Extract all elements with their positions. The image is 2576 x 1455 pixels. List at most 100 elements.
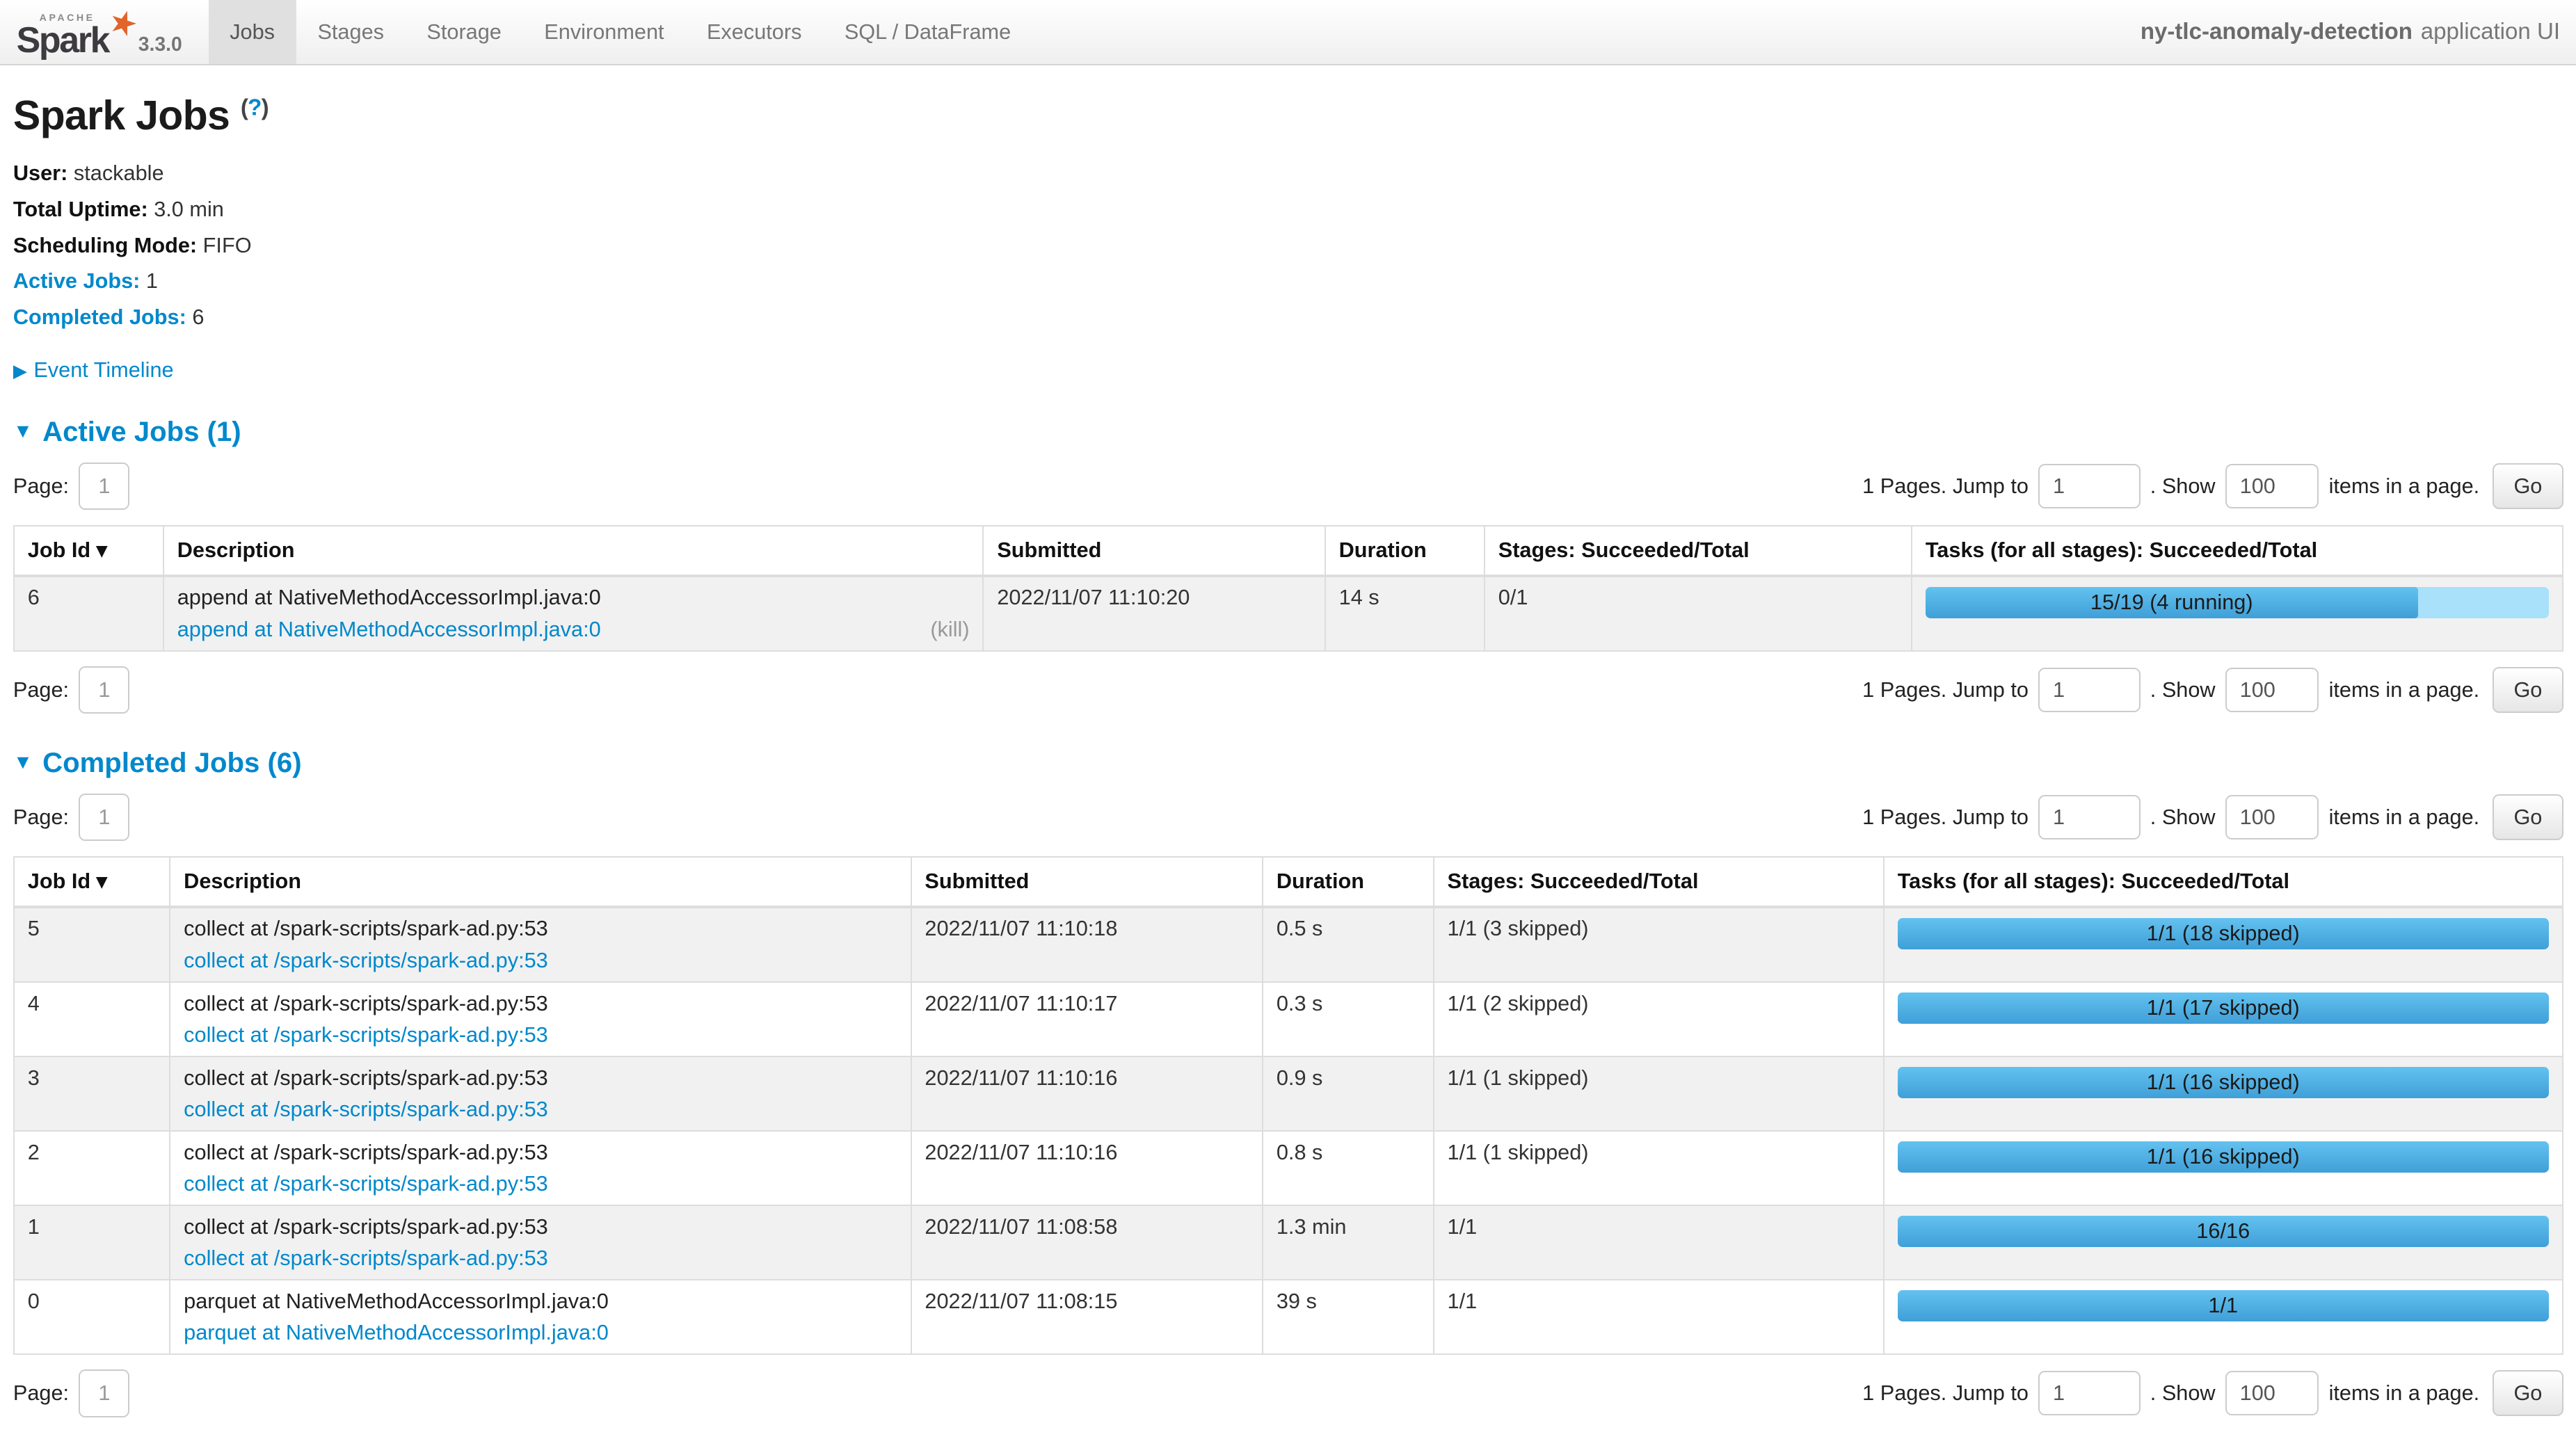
column-header[interactable]: Stages: Succeeded/Total (1434, 857, 1884, 907)
task-progress-bar: 16/16 (1898, 1216, 2549, 1247)
job-description-cell: append at NativeMethodAccessorImpl.java:… (163, 576, 984, 651)
completed-jobs-section-header[interactable]: ▼ Completed Jobs (6) (13, 747, 2563, 779)
jump-to-input[interactable] (2038, 1371, 2140, 1415)
tab-storage[interactable]: Storage (406, 0, 523, 64)
job-description: collect at /spark-scripts/spark-ad.py:53 (184, 1214, 897, 1239)
event-timeline-toggle[interactable]: ▶Event Timeline (13, 357, 2563, 383)
column-header[interactable]: Tasks (for all stages): Succeeded/Total (1912, 526, 2563, 576)
items-text: items in a page. (2329, 474, 2480, 499)
job-tasks-cell: 1/1 (1884, 1280, 2563, 1354)
job-row: 1collect at /spark-scripts/spark-ad.py:5… (14, 1205, 2563, 1280)
job-description: parquet at NativeMethodAccessorImpl.java… (184, 1289, 897, 1314)
task-progress-label: 1/1 (16 skipped) (2147, 1070, 2300, 1095)
uptime-info: Total Uptime: 3.0 min (13, 195, 2563, 223)
column-header[interactable]: Job Id ▾ (14, 857, 170, 907)
job-tasks-cell: 1/1 (17 skipped) (1884, 982, 2563, 1056)
nav-tabs: JobsStagesStorageEnvironmentExecutorsSQL… (209, 0, 1032, 64)
spark-brand: APACHE Spark ★ 3.3.0 (13, 0, 209, 64)
column-header[interactable]: Duration (1263, 857, 1434, 907)
column-header[interactable]: Job Id ▾ (14, 526, 163, 576)
job-id-cell: 3 (14, 1056, 170, 1131)
show-items-input[interactable] (2225, 668, 2319, 712)
spark-logo: APACHE Spark ★ (17, 13, 132, 59)
help-link[interactable]: (?) (241, 95, 269, 121)
column-header[interactable]: Submitted (983, 526, 1325, 576)
pagination-controls: 1 Pages. Jump to . Show items in a page.… (1862, 794, 2563, 840)
completed-jobs-count[interactable]: Completed Jobs: 6 (13, 303, 2563, 331)
column-header[interactable]: Tasks (for all stages): Succeeded/Total (1884, 857, 2563, 907)
tab-executors[interactable]: Executors (685, 0, 823, 64)
job-duration: 39 s (1263, 1280, 1434, 1354)
pages-text: 1 Pages. Jump to (1862, 677, 2029, 702)
task-progress-bar: 1/1 (1898, 1290, 2549, 1321)
show-items-input[interactable] (2225, 795, 2319, 839)
jump-to-input[interactable] (2038, 464, 2140, 508)
active-jobs-section-header[interactable]: ▼ Active Jobs (1) (13, 416, 2563, 448)
page-label: Page: (13, 474, 69, 499)
job-id-cell: 1 (14, 1205, 170, 1280)
job-stages: 1/1 (1434, 1280, 1884, 1354)
job-id-cell: 2 (14, 1131, 170, 1205)
go-button[interactable]: Go (2493, 463, 2563, 509)
job-tasks-cell: 1/1 (18 skipped) (1884, 907, 2563, 982)
job-description-link[interactable]: collect at /spark-scripts/spark-ad.py:53 (184, 1246, 548, 1271)
task-progress-bar: 1/1 (16 skipped) (1898, 1141, 2549, 1173)
job-description-cell: collect at /spark-scripts/spark-ad.py:53… (170, 1205, 911, 1280)
page-number-input[interactable] (79, 1369, 129, 1417)
scheduling-mode-info: Scheduling Mode: FIFO (13, 232, 2563, 259)
job-submitted: 2022/11/07 11:10:16 (911, 1056, 1263, 1131)
column-header[interactable]: Submitted (911, 857, 1263, 907)
jump-to-input[interactable] (2038, 795, 2140, 839)
job-description-cell: collect at /spark-scripts/spark-ad.py:53… (170, 1131, 911, 1205)
tab-jobs[interactable]: Jobs (209, 0, 296, 64)
caret-down-icon: ▼ (13, 751, 33, 774)
go-button[interactable]: Go (2493, 1370, 2563, 1416)
job-description-link[interactable]: append at NativeMethodAccessorImpl.java:… (177, 617, 601, 642)
column-header[interactable]: Duration (1325, 526, 1485, 576)
job-description-cell: collect at /spark-scripts/spark-ad.py:53… (170, 907, 911, 982)
show-text: . Show (2150, 805, 2216, 830)
job-description-link[interactable]: collect at /spark-scripts/spark-ad.py:53 (184, 1097, 548, 1122)
tab-environment[interactable]: Environment (523, 0, 686, 64)
job-duration: 0.3 s (1263, 982, 1434, 1056)
task-progress-label: 1/1 (17 skipped) (2147, 995, 2300, 1020)
job-description-cell: parquet at NativeMethodAccessorImpl.java… (170, 1280, 911, 1354)
show-items-input[interactable] (2225, 1371, 2319, 1415)
column-header[interactable]: Stages: Succeeded/Total (1485, 526, 1912, 576)
job-submitted: 2022/11/07 11:10:20 (983, 576, 1325, 651)
go-button[interactable]: Go (2493, 794, 2563, 840)
pagination-bar: Page: 1 Pages. Jump to . Show items in a… (13, 794, 2563, 841)
job-duration: 0.8 s (1263, 1131, 1434, 1205)
job-id-cell: 4 (14, 982, 170, 1056)
go-button[interactable]: Go (2493, 667, 2563, 713)
job-row: 5collect at /spark-scripts/spark-ad.py:5… (14, 907, 2563, 982)
column-header[interactable]: Description (170, 857, 911, 907)
column-header[interactable]: Description (163, 526, 984, 576)
job-row: 0parquet at NativeMethodAccessorImpl.jav… (14, 1280, 2563, 1354)
task-progress-label: 15/19 (4 running) (2090, 590, 2253, 615)
show-items-input[interactable] (2225, 464, 2319, 508)
page-title: Spark Jobs (?) (13, 92, 2563, 139)
job-duration: 0.9 s (1263, 1056, 1434, 1131)
job-description-cell: collect at /spark-scripts/spark-ad.py:53… (170, 1056, 911, 1131)
tab-stages[interactable]: Stages (296, 0, 406, 64)
kill-link[interactable]: (kill) (930, 617, 969, 642)
page-number-input[interactable] (79, 463, 129, 510)
page-label: Page: (13, 1381, 69, 1406)
task-progress-track: 1/1 (16 skipped) (1898, 1141, 2549, 1173)
job-description-link[interactable]: collect at /spark-scripts/spark-ad.py:53 (184, 1022, 548, 1047)
job-row: 6append at NativeMethodAccessorImpl.java… (14, 576, 2563, 651)
job-description-link[interactable]: collect at /spark-scripts/spark-ad.py:53 (184, 948, 548, 973)
page-number-input[interactable] (79, 794, 129, 841)
tab-sql-dataframe[interactable]: SQL / DataFrame (823, 0, 1032, 64)
show-text: . Show (2150, 1381, 2216, 1406)
pagination-bar: Page: 1 Pages. Jump to . Show items in a… (13, 1369, 2563, 1417)
page-number-input[interactable] (79, 666, 129, 714)
active-jobs-count[interactable]: Active Jobs: 1 (13, 267, 2563, 295)
jump-to-input[interactable] (2038, 668, 2140, 712)
job-description: collect at /spark-scripts/spark-ad.py:53 (184, 1140, 897, 1165)
job-description-link[interactable]: parquet at NativeMethodAccessorImpl.java… (184, 1320, 609, 1345)
job-duration: 1.3 min (1263, 1205, 1434, 1280)
job-description-link[interactable]: collect at /spark-scripts/spark-ad.py:53 (184, 1171, 548, 1196)
job-tasks-cell: 1/1 (16 skipped) (1884, 1131, 2563, 1205)
